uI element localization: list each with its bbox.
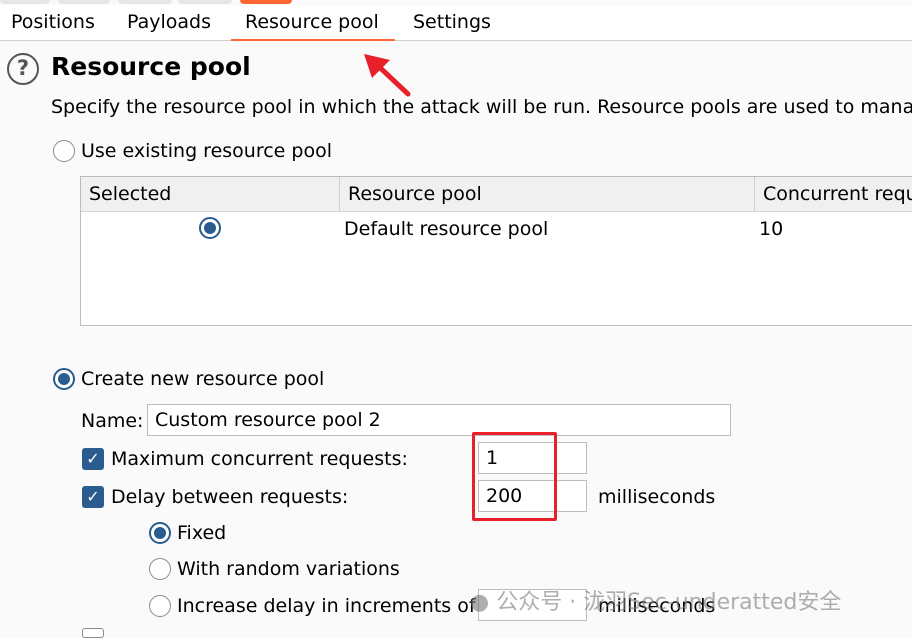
tab-settings[interactable]: Settings (413, 11, 491, 33)
row-selected-radio[interactable] (199, 217, 221, 239)
create-new-radio[interactable] (53, 368, 75, 390)
partial-checkbox[interactable] (82, 628, 104, 638)
watermark-text: 公众号 · 泷羽Sec-underatted安全 (496, 590, 842, 615)
tab-resource-pool[interactable]: Resource pool (231, 11, 395, 41)
wechat-icon: ● (470, 590, 490, 615)
column-header-concurrent[interactable]: Concurrent requ (755, 177, 912, 212)
section-description: Specify the resource pool in which the a… (51, 96, 912, 118)
table-row[interactable]: Default resource pool 10 (81, 213, 912, 245)
increase-delay-radio[interactable] (149, 595, 171, 617)
name-input[interactable]: Custom resource pool 2 (147, 404, 731, 436)
row-concurrent: 10 (759, 218, 784, 240)
use-existing-label: Use existing resource pool (81, 140, 332, 162)
red-arrow-annotation (364, 54, 411, 97)
red-highlight-box (472, 432, 557, 521)
column-header-pool[interactable]: Resource pool (340, 177, 755, 212)
fixed-radio[interactable] (149, 522, 171, 544)
name-label: Name: (81, 410, 144, 432)
column-header-selected[interactable]: Selected (81, 177, 340, 212)
row-pool-name: Default resource pool (344, 218, 549, 240)
increase-delay-label: Increase delay in increments of (177, 595, 476, 617)
help-icon[interactable]: ? (7, 53, 39, 85)
random-variations-radio[interactable] (149, 558, 171, 580)
tab-bar: Positions Payloads Resource pool Setting… (0, 5, 912, 41)
tab-positions[interactable]: Positions (11, 11, 95, 33)
delay-unit: milliseconds (598, 486, 716, 508)
random-variations-label: With random variations (177, 558, 400, 580)
max-concurrent-label: Maximum concurrent requests: (111, 448, 408, 470)
fixed-label: Fixed (177, 522, 227, 544)
create-new-label: Create new resource pool (81, 368, 325, 390)
max-concurrent-checkbox[interactable]: ✓ (82, 448, 104, 470)
section-title: Resource pool (51, 52, 251, 81)
use-existing-radio[interactable] (53, 140, 75, 162)
watermark: ● 公众号 · 泷羽Sec-underatted安全 (470, 584, 841, 616)
resource-pool-table: Selected Resource pool Concurrent requ D… (80, 176, 912, 326)
delay-checkbox[interactable]: ✓ (82, 486, 104, 508)
delay-label: Delay between requests: (111, 486, 349, 508)
tab-payloads[interactable]: Payloads (127, 11, 211, 33)
